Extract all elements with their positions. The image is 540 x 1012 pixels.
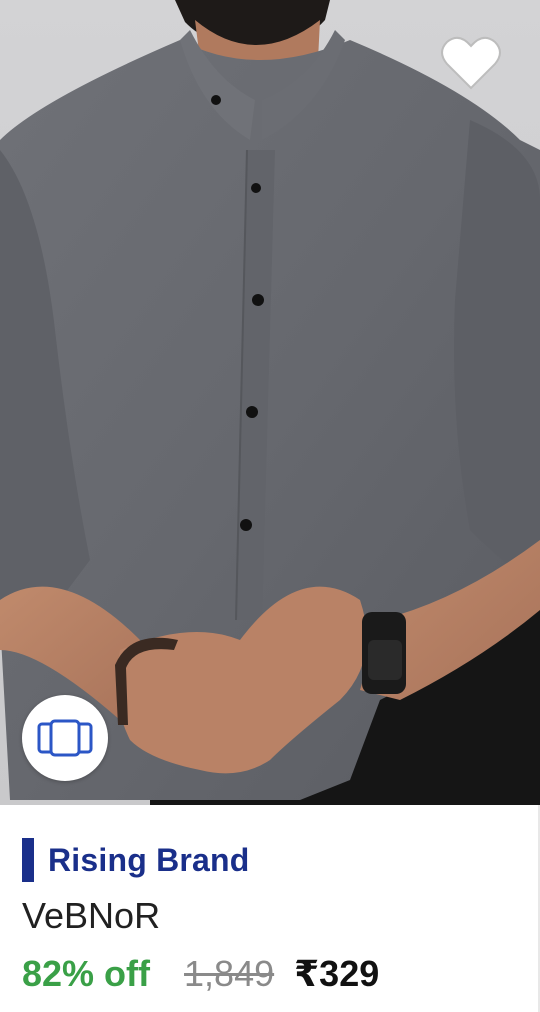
product-name[interactable]: VeBNoR	[22, 895, 160, 937]
discount-text: 82% off	[22, 953, 151, 994]
image-stack-icon	[37, 719, 93, 757]
brand-badge-label: Rising Brand	[48, 841, 250, 878]
gallery-button[interactable]	[22, 695, 108, 781]
product-image[interactable]	[0, 0, 540, 805]
wishlist-button[interactable]	[436, 28, 506, 98]
product-info[interactable]: Rising Brand VeBNoR 82% off 1,849 ₹329	[0, 805, 540, 1012]
price-row: 82% off 1,849 ₹329	[22, 953, 379, 995]
original-price: 1,849	[184, 953, 275, 994]
selling-price: ₹329	[294, 953, 380, 994]
brand-badge-bar	[22, 838, 34, 882]
product-card[interactable]: Rising Brand VeBNoR 82% off 1,849 ₹329	[0, 0, 540, 1012]
brand-badge: Rising Brand	[22, 837, 250, 883]
heart-outline-icon	[441, 36, 501, 90]
